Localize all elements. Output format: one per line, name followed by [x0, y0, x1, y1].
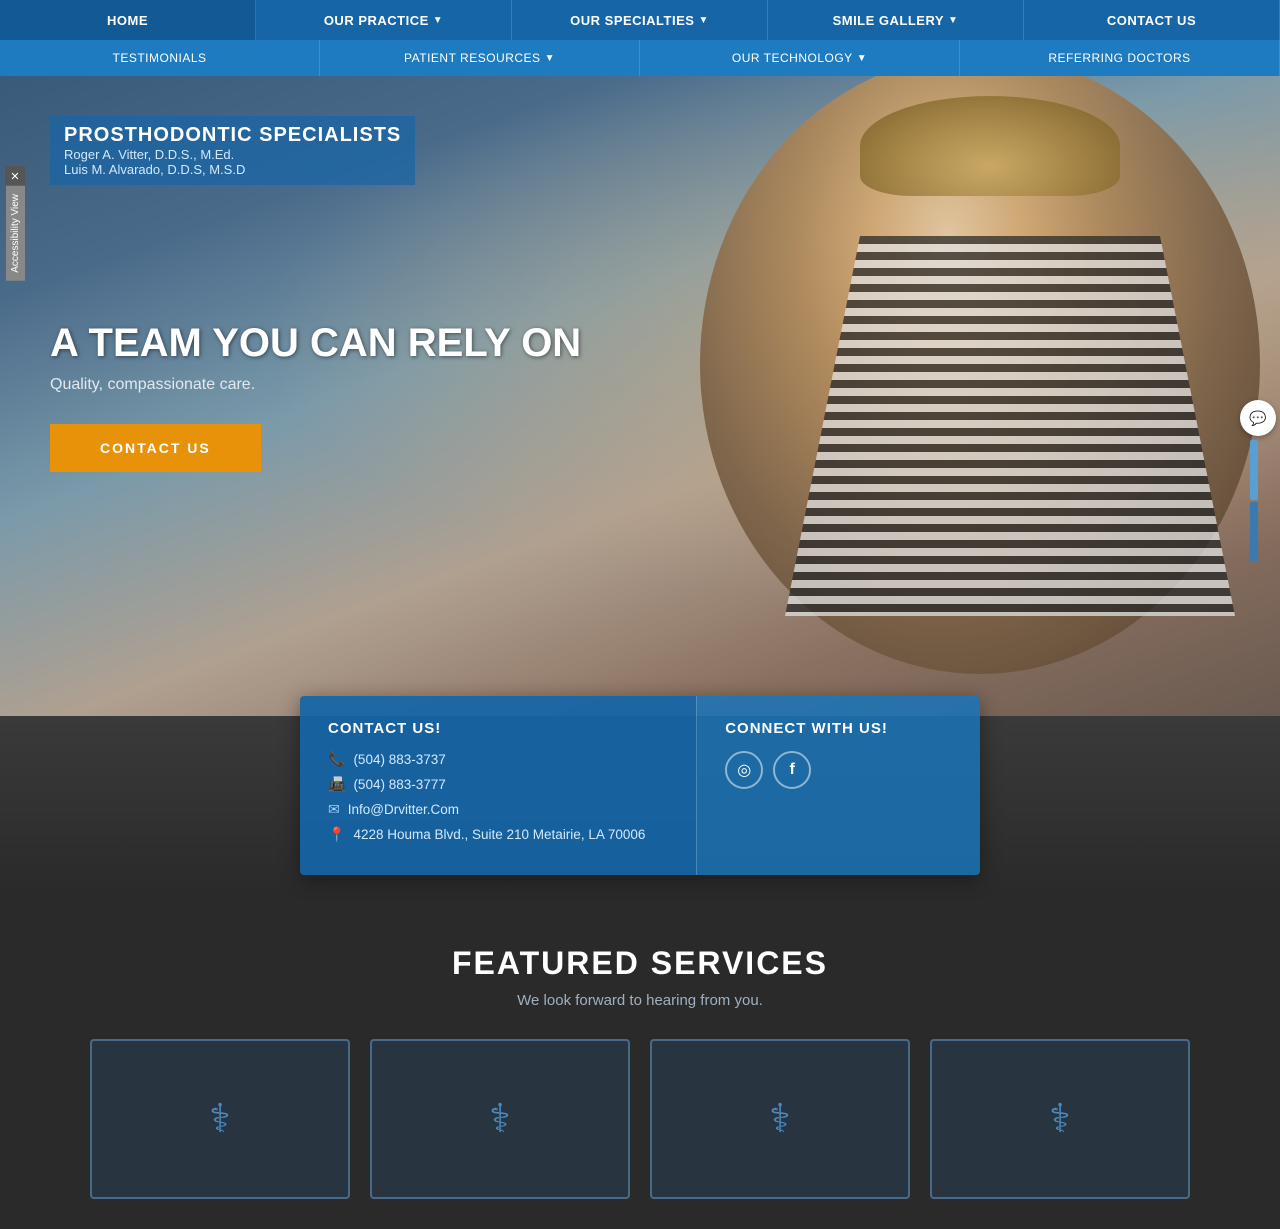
- hero-badge-title: PROSTHODONTIC SPECIALISTS: [64, 124, 401, 147]
- fax-row: 📠 (504) 883-3777: [328, 776, 668, 793]
- nav-our-specialties[interactable]: OUR SPECIALTIES ▼: [512, 0, 768, 40]
- accessibility-bar[interactable]: ✕ Accessibility View: [0, 166, 30, 281]
- service-card-2-icon: ⚕: [489, 1096, 511, 1142]
- service-card-1-icon: ⚕: [209, 1096, 231, 1142]
- fax-number: (504) 883-3777: [353, 777, 445, 792]
- hero-badge: PROSTHODONTIC SPECIALISTS Roger A. Vitte…: [50, 116, 415, 185]
- accessibility-close-btn[interactable]: ✕: [5, 166, 25, 186]
- nav-our-practice[interactable]: OUR PRACTICE ▼: [256, 0, 512, 40]
- phone-row: 📞 (504) 883-3737: [328, 751, 668, 768]
- email-row: ✉ Info@Drvitter.Com: [328, 801, 668, 818]
- nav-referring-doctors[interactable]: REFERRING DOCTORS: [960, 40, 1280, 76]
- service-cards-container: ⚕ ⚕ ⚕ ⚕: [40, 1039, 1240, 1199]
- phone-number[interactable]: (504) 883-3737: [353, 752, 445, 767]
- facebook-icon: f: [790, 761, 795, 779]
- service-card-4[interactable]: ⚕: [930, 1039, 1190, 1199]
- nav-top: HOME OUR PRACTICE ▼ OUR SPECIALTIES ▼ SM…: [0, 0, 1280, 76]
- nav-testimonials[interactable]: TESTIMONIALS: [0, 40, 320, 76]
- patient-resources-chevron: ▼: [545, 53, 555, 64]
- service-card-3[interactable]: ⚕: [650, 1039, 910, 1199]
- hero-cta-button[interactable]: CONTACT US: [50, 424, 261, 472]
- service-card-2[interactable]: ⚕: [370, 1039, 630, 1199]
- service-card-1[interactable]: ⚕: [90, 1039, 350, 1199]
- service-card-3-icon: ⚕: [769, 1096, 791, 1142]
- hero-headline: A TEAM YOU CAN RELY ON: [50, 321, 1230, 366]
- facebook-button[interactable]: f: [773, 751, 811, 789]
- hero-subtext: Quality, compassionate care.: [50, 376, 1230, 394]
- instagram-button[interactable]: ◎: [725, 751, 763, 789]
- our-specialties-chevron: ▼: [698, 15, 708, 26]
- fax-icon: 📠: [328, 776, 345, 793]
- email-icon: ✉: [328, 801, 340, 818]
- email-address[interactable]: Info@Drvitter.Com: [348, 802, 459, 817]
- featured-heading: FEATURED SERVICES: [40, 945, 1240, 982]
- chat-icon: 💬: [1249, 410, 1266, 427]
- location-icon: 📍: [328, 826, 345, 843]
- phone-icon: 📞: [328, 751, 345, 768]
- address-row: 📍 4228 Houma Blvd., Suite 210 Metairie, …: [328, 826, 668, 843]
- contact-info-box: CONTACT US! 📞 (504) 883-3737 📠 (504) 883…: [300, 696, 696, 875]
- chat-widget-button[interactable]: 💬: [1240, 400, 1276, 436]
- nav-contact-us[interactable]: CONTACT US: [1024, 0, 1280, 40]
- smile-gallery-chevron: ▼: [948, 15, 958, 26]
- right-widget: 💬: [1236, 396, 1280, 564]
- nav-patient-resources[interactable]: PATIENT RESOURCES ▼: [320, 40, 640, 76]
- contact-heading: CONTACT US!: [328, 720, 668, 737]
- featured-services-section: FEATURED SERVICES We look forward to hea…: [0, 895, 1280, 1229]
- office-address: 4228 Houma Blvd., Suite 210 Metairie, LA…: [353, 827, 645, 842]
- our-practice-chevron: ▼: [433, 15, 443, 26]
- nav-smile-gallery[interactable]: SMILE GALLERY ▼: [768, 0, 1024, 40]
- doctor2-name: Luis M. Alvarado, D.D.S, M.S.D: [64, 162, 401, 177]
- nav-our-technology[interactable]: OUR TECHNOLOGY ▼: [640, 40, 960, 76]
- hero-section: ✕ Accessibility View PROSTHODONTIC SPECI…: [0, 76, 1280, 716]
- our-technology-chevron: ▼: [857, 53, 867, 64]
- accessibility-label[interactable]: Accessibility View: [6, 186, 25, 281]
- service-card-4-icon: ⚕: [1049, 1096, 1071, 1142]
- hero-content: PROSTHODONTIC SPECIALISTS Roger A. Vitte…: [0, 76, 1280, 512]
- connect-heading: CONNECT WITH US!: [725, 720, 952, 737]
- nav-home[interactable]: HOME: [0, 0, 256, 40]
- instagram-icon: ◎: [737, 760, 751, 780]
- doctor1-name: Roger A. Vitter, D.D.S., M.Ed.: [64, 147, 401, 162]
- social-icons: ◎ f: [725, 751, 952, 789]
- featured-subtext: We look forward to hearing from you.: [40, 992, 1240, 1009]
- connect-box: CONNECT WITH US! ◎ f: [696, 696, 980, 875]
